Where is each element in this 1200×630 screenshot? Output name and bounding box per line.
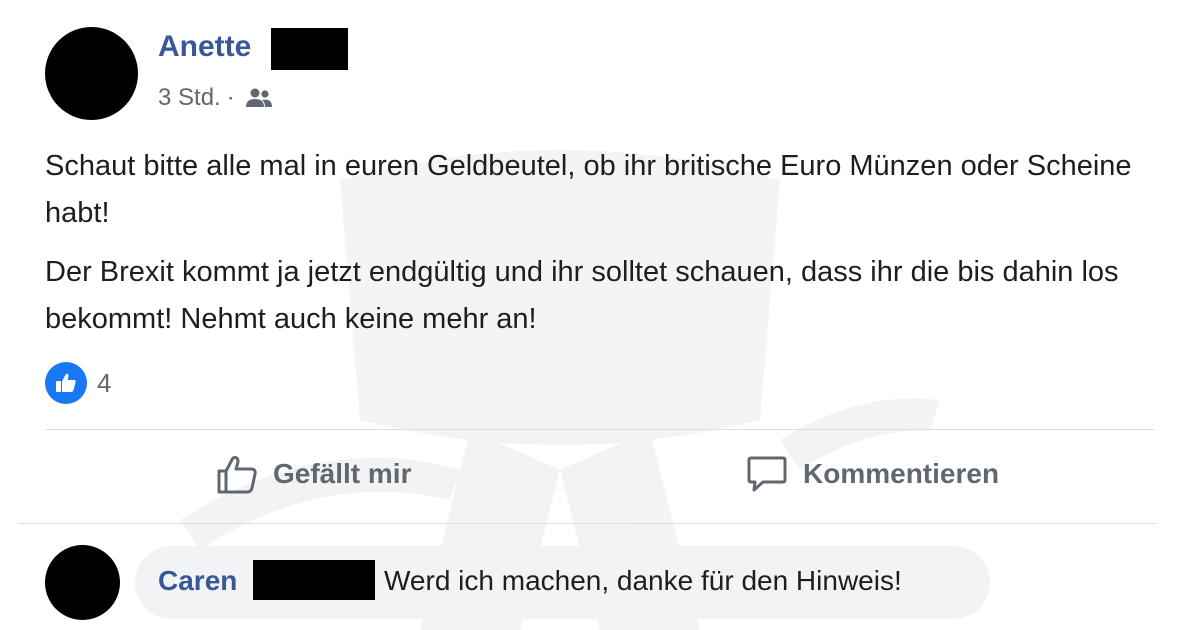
post-meta: 3 Std. · [158,84,273,112]
like-button-label: Gefällt mir [273,458,412,489]
comment-author-avatar[interactable] [45,545,120,620]
divider [18,523,1156,524]
post-author-name[interactable]: Anette [158,30,251,64]
comment-author-name[interactable]: Caren [158,565,237,597]
post-paragraph: Schaut bitte alle mal in euren Geldbeute… [45,150,1132,229]
divider [45,429,1155,430]
like-button[interactable]: Gefällt mir [215,452,411,496]
group-icon [245,88,272,107]
post-author-avatar[interactable] [45,27,138,120]
comment-icon [747,456,787,492]
post-body: Schaut bitte alle mal in euren Geldbeute… [45,143,1165,355]
comment-button-label: Kommentieren [803,458,1000,489]
comment-text: Werd ich machen, danke für den Hinweis! [384,565,902,596]
reaction-count: 4 [97,367,112,398]
post-paragraph: Der Brexit kommt ja jetzt endgültig und … [45,256,1119,335]
redacted-surname [271,28,348,70]
like-icon [45,362,87,404]
post-timestamp[interactable]: 3 Std. [158,84,221,112]
redacted-surname [253,560,375,600]
thumbs-up-icon [217,456,257,494]
reaction-summary[interactable]: 4 [45,362,111,404]
meta-separator: · [226,84,235,111]
comment-button[interactable]: Kommentieren [745,452,999,496]
